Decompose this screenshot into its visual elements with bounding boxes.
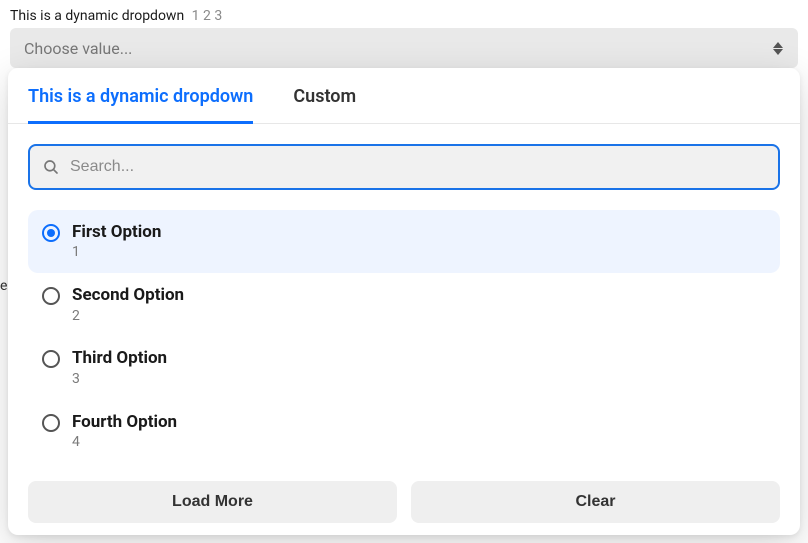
tab-dynamic-dropdown[interactable]: This is a dynamic dropdown — [28, 68, 253, 124]
option-row[interactable]: Second Option 2 — [28, 273, 780, 336]
option-subtitle: 3 — [72, 371, 167, 388]
dropdown-panel: This is a dynamic dropdown Custom First O… — [8, 68, 800, 535]
radio-icon — [42, 414, 60, 432]
select-placeholder: Choose value... — [24, 39, 132, 58]
search-box[interactable] — [28, 144, 780, 190]
field-label: This is a dynamic dropdown — [10, 8, 184, 24]
search-input[interactable] — [70, 158, 766, 176]
clear-button[interactable]: Clear — [411, 481, 780, 523]
option-title: Fourth Option — [72, 412, 177, 432]
option-subtitle: 1 — [72, 244, 161, 261]
radio-icon — [42, 287, 60, 305]
footer-buttons: Load More Clear — [8, 463, 800, 523]
tab-custom[interactable]: Custom — [293, 68, 356, 124]
option-row[interactable]: Third Option 3 — [28, 336, 780, 399]
option-subtitle: 2 — [72, 308, 184, 325]
load-more-button[interactable]: Load More — [28, 481, 397, 523]
option-row[interactable]: Fourth Option 4 — [28, 400, 780, 463]
radio-icon — [42, 350, 60, 368]
option-title: First Option — [72, 222, 161, 242]
search-icon — [42, 158, 60, 176]
options-list: First Option 1 Second Option 2 Third Option 3… — [8, 210, 800, 463]
field-hint: 1 2 3 — [192, 8, 223, 24]
option-subtitle: 4 — [72, 434, 177, 451]
radio-icon — [42, 224, 60, 242]
select-trigger[interactable]: Choose value... — [10, 28, 798, 68]
tabs: This is a dynamic dropdown Custom — [8, 68, 800, 124]
option-row[interactable]: First Option 1 — [28, 210, 780, 273]
sort-icon — [772, 40, 784, 56]
option-title: Third Option — [72, 348, 167, 368]
field-label-row: This is a dynamic dropdown 1 2 3 — [0, 0, 808, 28]
option-title: Second Option — [72, 285, 184, 305]
